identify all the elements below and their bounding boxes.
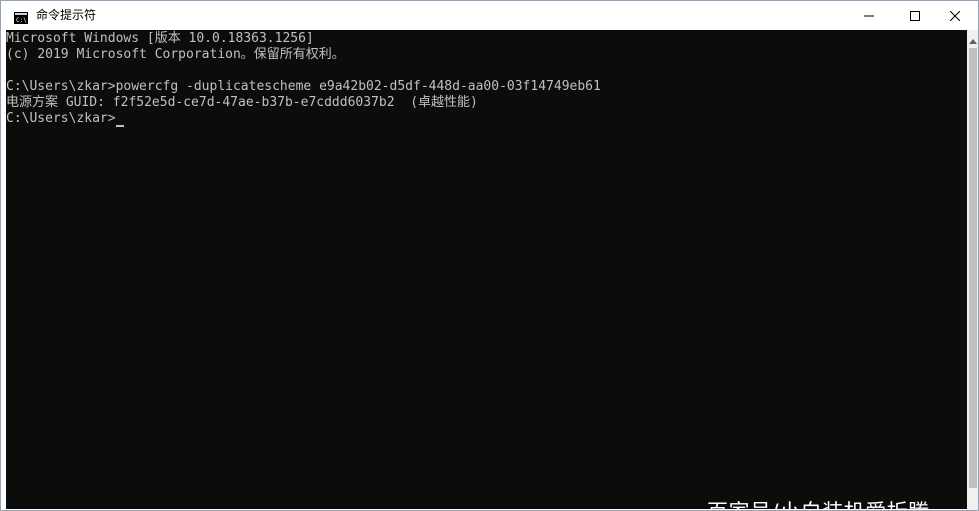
close-icon	[949, 6, 961, 25]
minimize-icon	[864, 6, 874, 25]
console-line: (c) 2019 Microsoft Corporation。保留所有权利。	[6, 47, 345, 62]
maximize-icon	[910, 6, 920, 25]
console-area[interactable]: Microsoft Windows [版本 10.0.18363.1256] (…	[6, 30, 967, 509]
vertical-scrollbar[interactable]	[967, 29, 978, 510]
console-prompt: C:\Users\zkar>	[6, 111, 116, 126]
console-line: Microsoft Windows [版本 10.0.18363.1256]	[6, 31, 314, 46]
window-title: 命令提示符	[36, 8, 97, 22]
console-line: C:\Users\zkar>powercfg -duplicatescheme …	[6, 79, 601, 94]
console-output: Microsoft Windows [版本 10.0.18363.1256] (…	[6, 31, 601, 127]
cmd-window: C:\ 命令提示符 Microsoft Windows [版本 10.0.183…	[0, 0, 979, 511]
console-prompt-line[interactable]: C:\Users\zkar>	[6, 111, 601, 127]
watermark-text: 百家号/小白装机爱折腾	[707, 497, 930, 509]
console-line: 电源方案 GUID: f2f52e5d-ce7d-47ae-b37b-e7cdd…	[6, 95, 478, 110]
close-button[interactable]	[932, 1, 978, 29]
text-cursor	[115, 125, 124, 127]
cmd-icon: C:\	[14, 9, 28, 24]
title-bar[interactable]: C:\ 命令提示符	[1, 1, 978, 29]
svg-text:C:\: C:\	[16, 17, 27, 24]
arrow-up-icon	[969, 29, 977, 48]
minimize-button[interactable]	[846, 1, 892, 29]
scroll-thumb[interactable]	[969, 48, 977, 488]
scroll-up-button[interactable]	[967, 29, 978, 48]
